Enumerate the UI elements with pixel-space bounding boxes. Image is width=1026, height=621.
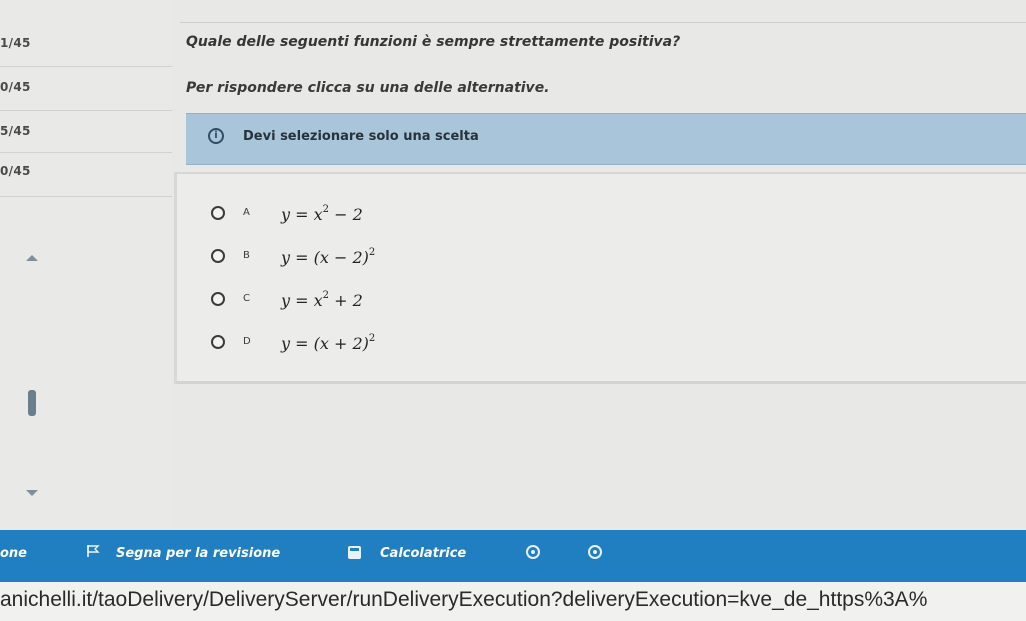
url-text: anichelli.it/taoDelivery/DeliveryServer/… (0, 588, 928, 611)
calculator-button[interactable]: Calcolatrice (380, 546, 466, 561)
question-navigator: 1/45 0/45 5/45 0/45 (0, 0, 172, 530)
nav-item-section-4[interactable]: 0/45 (0, 152, 172, 190)
option-d[interactable]: D y = (x + 2)2 (177, 323, 1026, 363)
nav-divider (0, 110, 172, 111)
nav-item-progress: 0/45 (0, 80, 31, 94)
nav-item-section-1[interactable]: 1/45 (0, 24, 172, 62)
option-a[interactable]: A y = x2 − 2 (177, 194, 1026, 234)
radio-button[interactable] (211, 292, 225, 306)
option-c[interactable]: C y = x2 + 2 (177, 280, 1026, 320)
option-formula: y = x2 − 2 (281, 204, 363, 224)
option-formula: y = (x + 2)2 (281, 333, 376, 353)
notice-text: Devi selezionare solo una scelta (243, 129, 479, 144)
zoom-out-icon[interactable] (526, 545, 540, 559)
option-letter: C (243, 293, 250, 304)
question-instruction: Per rispondere clicca su una delle alter… (186, 80, 550, 96)
option-letter: B (243, 250, 250, 261)
option-formula: y = (x − 2)2 (281, 247, 376, 267)
mark-for-review-button[interactable]: Segna per la revisione (116, 546, 280, 561)
nav-divider (0, 196, 172, 197)
info-icon: i (208, 128, 224, 144)
nav-item-progress: 5/45 (0, 124, 31, 138)
nav-item-section-2[interactable]: 0/45 (0, 68, 172, 106)
scroll-up-arrow-icon[interactable] (26, 255, 38, 261)
calculator-icon[interactable] (348, 546, 361, 559)
radio-button[interactable] (211, 206, 225, 220)
radio-button[interactable] (211, 249, 225, 263)
toolbar-left-label[interactable]: one (0, 546, 27, 561)
nav-item-progress: 0/45 (0, 164, 31, 178)
nav-item-section-3[interactable]: 5/45 (0, 112, 172, 150)
radio-button[interactable] (211, 335, 225, 349)
option-letter: D (243, 336, 251, 347)
browser-address-bar[interactable]: anichelli.it/taoDelivery/DeliveryServer/… (0, 582, 1026, 621)
zoom-in-icon[interactable] (588, 545, 602, 559)
scrollbar-thumb[interactable] (28, 390, 36, 416)
question-text: Quale delle seguenti funzioni è sempre s… (186, 34, 681, 50)
option-formula: y = x2 + 2 (281, 290, 363, 310)
nav-item-progress: 1/45 (0, 36, 31, 50)
scroll-down-arrow-icon[interactable] (26, 490, 38, 496)
option-letter: A (243, 207, 250, 218)
flag-icon[interactable] (86, 544, 100, 558)
answer-options: A y = x2 − 2 B y = (x − 2)2 C y = x2 + 2… (174, 172, 1026, 384)
selection-notice: i Devi selezionare solo una scelta (186, 113, 1026, 165)
option-b[interactable]: B y = (x − 2)2 (177, 237, 1026, 277)
header-divider (180, 22, 1026, 23)
nav-divider (0, 66, 172, 67)
bottom-toolbar: one Segna per la revisione Calcolatrice (0, 530, 1026, 582)
